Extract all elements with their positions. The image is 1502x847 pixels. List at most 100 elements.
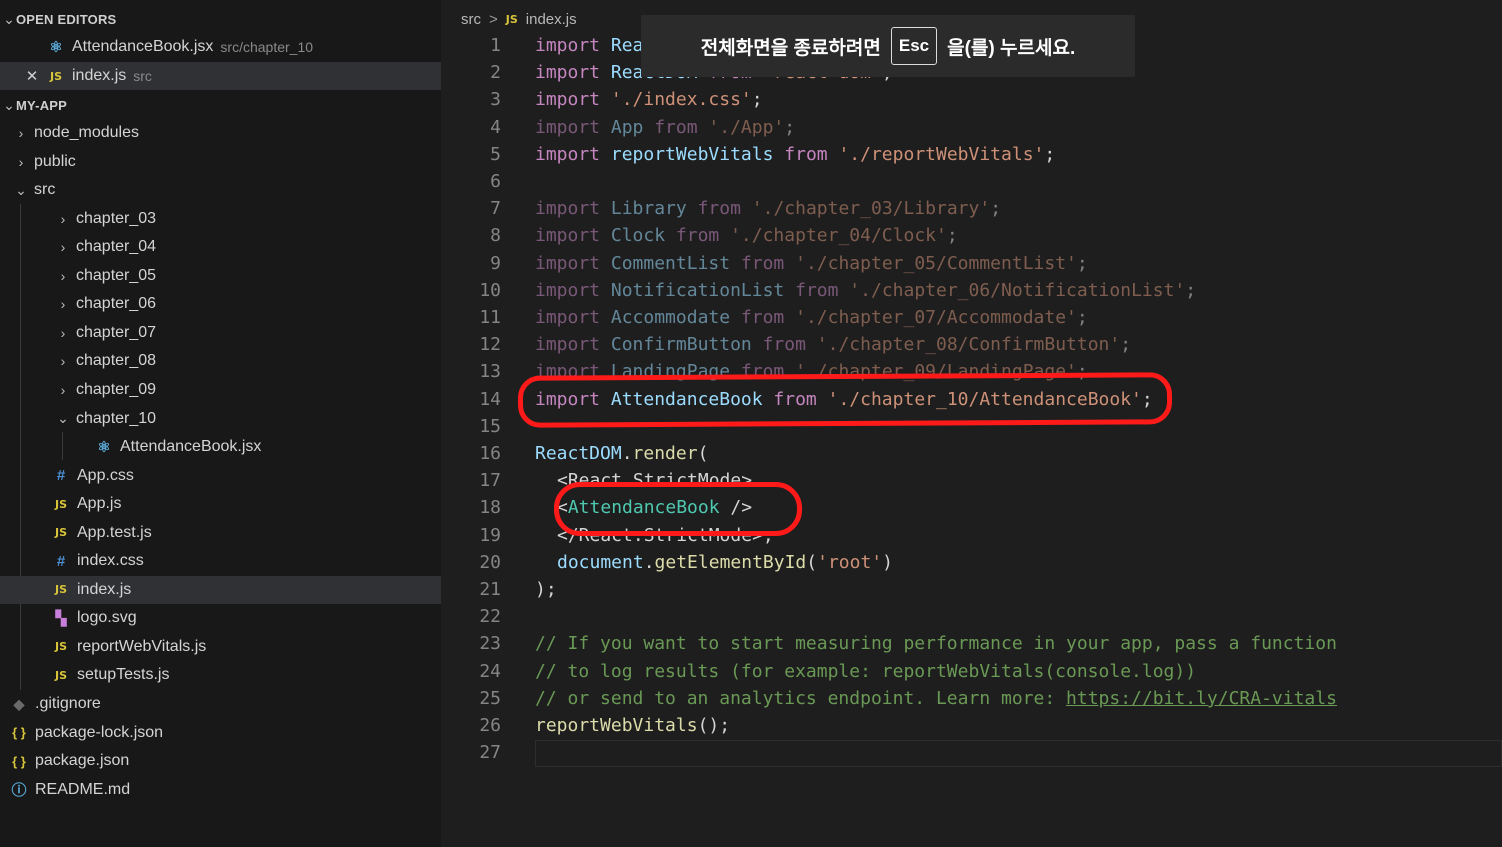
folder-item[interactable]: › chapter_08 [0,347,441,375]
tree-item-label: src [34,181,56,199]
code-token: import [535,334,601,356]
line-number: 23 [479,633,501,655]
line-number: 11 [479,307,501,328]
file-item[interactable]: { } package-lock.json [0,719,441,747]
annotation-oval [554,482,802,536]
code-token: Library [600,198,698,220]
folder-item[interactable]: › public [0,148,441,176]
code-text: import Clock from './chapter_04/Clock'; [535,225,958,246]
open-editor-name: index.js [72,67,127,84]
code-line[interactable]: 9 import CommentList from './chapter_05/C… [441,250,1502,277]
file-item[interactable]: JS App.js [0,490,441,518]
code-line[interactable]: 25 // or send to an analytics endpoint. L… [441,685,1502,712]
code-token: from [740,307,785,328]
file-item[interactable]: # App.css [0,462,441,490]
tree-item-label: chapter_04 [76,238,157,256]
file-item[interactable]: JS setupTests.js [0,661,441,689]
open-editor-item[interactable]: ⚛ AttendanceBook.jsx src/chapter_10 [0,33,441,61]
project-header[interactable]: ⌄ MY-APP [0,91,441,119]
code-token: ; [1076,252,1088,274]
chevron-down-icon: ⌄ [57,410,69,426]
code-line[interactable]: 4 import App from './App'; [441,114,1502,141]
code-line[interactable]: 8 import Clock from './chapter_04/Clock'; [441,222,1502,249]
code-line[interactable]: 24 // to log results (for example: report… [441,658,1502,685]
code-token: . [621,443,633,464]
folder-item[interactable]: › chapter_04 [0,233,441,261]
code-line[interactable]: 7 import Library from './chapter_03/Libra… [441,195,1502,222]
code-text: document.getElementById('root') [557,552,893,573]
open-editors-header[interactable]: ⌄ OPEN EDITORS [0,5,441,33]
chevron-right-icon: › [60,353,66,370]
file-item[interactable]: ⓘ README.md [0,776,441,804]
js-icon: JS [54,497,67,511]
file-item[interactable]: JS reportWebVitals.js [0,633,441,661]
code-link[interactable]: https://bit.ly/CRA-vitals [1066,688,1337,709]
file-item[interactable]: JS index.js [0,575,441,604]
tree-item-label: App.css [77,466,134,484]
code-token: ; [784,116,796,138]
chevron-down-icon: ⌄ [15,181,27,198]
react-icon: ⚛ [49,39,63,56]
toast-text-after: 을(를) 누르세요. [947,37,1076,59]
code-editor[interactable]: src > JS index.js 1import React from 're… [441,0,1502,847]
file-item[interactable]: ◆ .gitignore [0,690,441,718]
chevron-down-icon: ⌄ [3,96,15,113]
folder-item[interactable]: › chapter_07 [0,319,441,347]
code-line[interactable]: 21); [441,576,1502,603]
code-line[interactable]: 26 reportWebVitals(); [441,712,1502,739]
folder-item[interactable]: › chapter_06 [0,290,441,318]
breadcrumb-folder[interactable]: src [461,11,481,28]
code-line[interactable]: 3 import './index.css'; [441,86,1502,113]
js-icon: JS [49,69,62,83]
file-item[interactable]: ▚ logo.svg [0,604,441,632]
tree-item-label: chapter_06 [76,295,157,313]
code-line[interactable]: 22 [441,603,1502,630]
chevron-down-icon: ⌄ [3,10,15,27]
line-number: 1 [490,35,501,56]
close-icon[interactable]: ✕ [24,67,40,85]
esc-key-badge: Esc [890,27,938,65]
line-number: 17 [479,470,501,492]
breadcrumb: src > JS index.js [461,8,577,30]
code-token: reportWebVitals [600,143,785,165]
file-item[interactable]: JS App.test.js [0,519,441,547]
breadcrumb-file[interactable]: index.js [526,11,577,28]
line-number: 19 [479,524,501,546]
folder-item[interactable]: › chapter_05 [0,262,441,290]
file-item[interactable]: # index.css [0,547,441,575]
code-line[interactable]: 27 [441,739,1502,766]
code-line[interactable]: 12 import ConfirmButton from './chapter_0… [441,331,1502,358]
code-line[interactable]: 23 // If you want to start measuring perf… [441,630,1502,657]
line-number: 13 [479,361,501,383]
code-token: import [535,35,601,56]
code-line[interactable]: 10 import NotificationList from './chapte… [441,277,1502,304]
code-line[interactable]: 16 ReactDOM.render( [441,440,1502,467]
file-item[interactable]: { } package.json [0,747,441,775]
open-editor-item[interactable]: ✕ JS index.js src [0,62,441,90]
code-line[interactable]: 5 import reportWebVitals from './reportWe… [441,141,1502,168]
code-text: ); [535,579,557,600]
folder-item[interactable]: › node_modules [0,119,441,147]
file-item[interactable]: ⚛ AttendanceBook.jsx [0,433,441,461]
folder-item[interactable]: › chapter_09 [0,376,441,404]
folder-item[interactable]: › chapter_03 [0,205,441,233]
toast-text-before: 전체화면을 종료하려면 [700,37,881,59]
code-token: from [795,279,839,301]
tree-item-label: public [34,152,76,170]
folder-item[interactable]: ⌄ chapter_10 [0,405,441,433]
code-token: import [535,252,601,274]
react-icon: ⚛ [97,439,111,457]
code-text: import Library from './chapter_03/Librar… [535,198,1001,219]
json-icon: { } [12,753,26,769]
code-token: './chapter_04/Clock' [719,225,947,247]
tree-item-label: chapter_09 [76,380,157,398]
code-line[interactable]: 20 document.getElementById('root') [441,549,1502,576]
open-editor-path: src/chapter_10 [220,39,314,55]
code-text: import ConfirmButton from './chapter_08/… [535,334,1131,355]
fullscreen-exit-toast: 전체화면을 종료하려면 Esc 을(를) 누르세요. [641,15,1135,77]
folder-item[interactable]: ⌄ src [0,176,441,204]
js-icon: JS [54,668,67,682]
code-text: // or send to an analytics endpoint. Lea… [535,688,1337,709]
code-line[interactable]: 6 [441,168,1502,195]
code-line[interactable]: 11 import Accommodate from './chapter_07/… [441,304,1502,331]
